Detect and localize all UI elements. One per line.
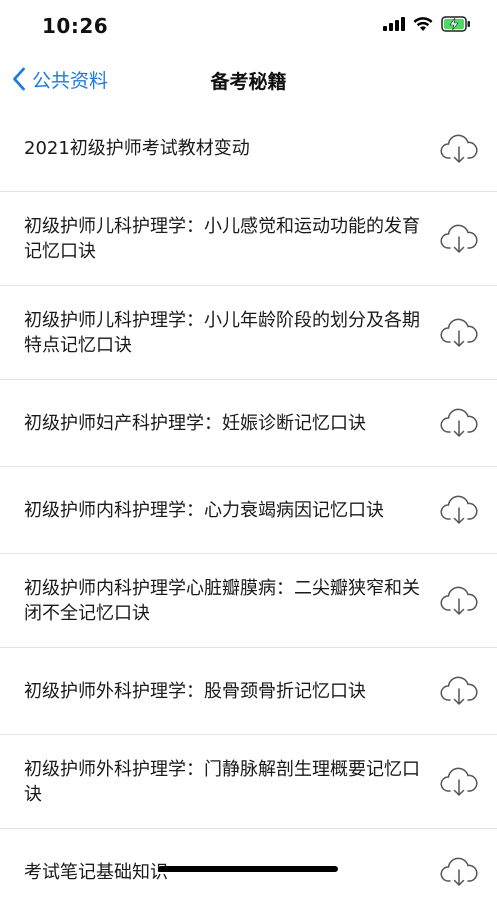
wifi-icon [413,16,433,31]
list-item[interactable]: 初级护师外科护理学：门静脉解剖生理概要记忆口诀 [0,735,497,829]
list-item[interactable]: 初级护师儿科护理学：小儿年龄阶段的划分及各期特点记忆口诀 [0,286,497,380]
cloud-download-icon [440,767,478,796]
list-item-title: 初级护师内科护理学：心力衰竭病因记忆口诀 [24,499,384,521]
download-button[interactable] [439,316,479,350]
list-item-title: 初级护师儿科护理学：小儿感觉和运动功能的发育记忆口诀 [24,215,420,262]
list-item-title: 2021初级护师考试教材变动 [24,138,250,159]
nav-bar: 公共资料 备考秘籍 [0,54,497,104]
cloud-download-icon [440,586,478,615]
download-button[interactable] [439,584,479,618]
cloud-download-icon [440,676,478,705]
list-item-title: 初级护师外科护理学：门静脉解剖生理概要记忆口诀 [24,758,420,805]
home-indicator[interactable] [158,866,338,872]
cellular-signal-icon [383,17,405,31]
list-item-title: 考试笔记基础知识 [24,861,168,883]
cloud-download-icon [440,495,478,524]
list-item[interactable]: 初级护师妇产科护理学：妊娠诊断记忆口诀 [0,380,497,467]
status-bar: 10:26 [0,0,497,54]
status-time: 10:26 [42,14,109,38]
list-item[interactable]: 2021初级护师考试教材变动 [0,106,497,192]
battery-charging-icon [441,16,470,32]
list-item-title: 初级护师外科护理学：股骨颈骨折记忆口诀 [24,680,366,702]
download-button[interactable] [439,132,479,166]
status-icons [383,16,471,32]
resource-list: 2021初级护师考试教材变动 初级护师儿科护理学：小儿感觉和运动功能的发育记忆口… [0,106,497,915]
download-button[interactable] [439,765,479,799]
list-item-title: 初级护师内科护理学心脏瓣膜病：二尖瓣狭窄和关闭不全记忆口诀 [24,577,420,624]
cloud-download-icon [440,224,478,253]
list-item[interactable]: 初级护师外科护理学：股骨颈骨折记忆口诀 [0,648,497,735]
list-item[interactable]: 初级护师内科护理学心脏瓣膜病：二尖瓣狭窄和关闭不全记忆口诀 [0,554,497,648]
page-title: 备考秘籍 [210,71,287,93]
cloud-download-icon [440,408,478,437]
cloud-download-icon [440,134,478,163]
list-item-title: 初级护师妇产科护理学：妊娠诊断记忆口诀 [24,412,366,434]
download-button[interactable] [439,493,479,527]
download-button[interactable] [439,674,479,708]
list-item[interactable]: 考试笔记基础知识 [0,829,497,915]
cloud-download-icon [440,318,478,347]
list-item[interactable]: 初级护师内科护理学：心力衰竭病因记忆口诀 [0,467,497,554]
download-button[interactable] [439,855,479,889]
list-item[interactable]: 初级护师儿科护理学：小儿感觉和运动功能的发育记忆口诀 [0,192,497,286]
download-button[interactable] [439,406,479,440]
download-button[interactable] [439,222,479,256]
list-item-title: 初级护师儿科护理学：小儿年龄阶段的划分及各期特点记忆口诀 [24,309,420,356]
